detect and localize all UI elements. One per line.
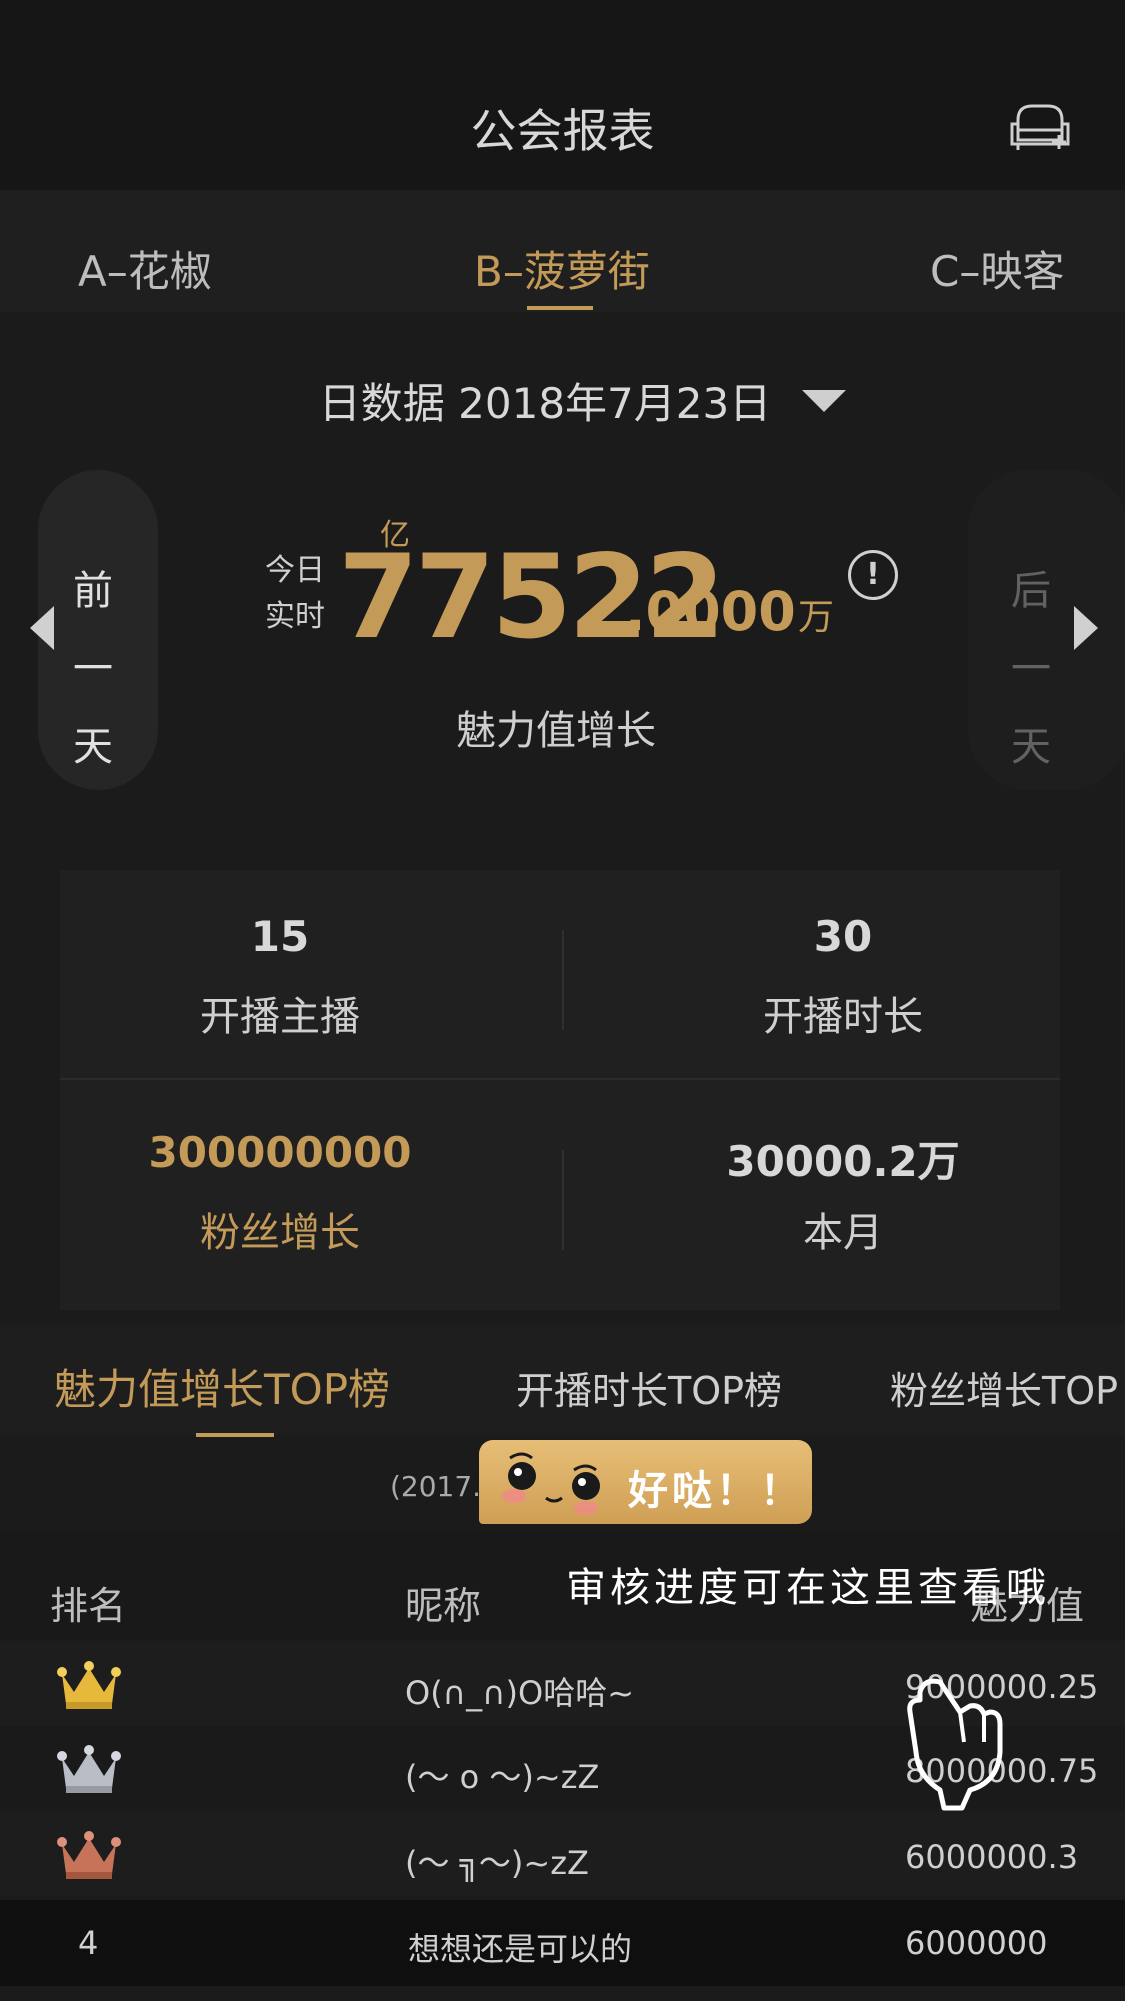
page-title: 公会报表	[470, 104, 655, 158]
tab-boluojie[interactable]: B–菠萝街	[474, 238, 650, 299]
row-name: (～ ╗～)~zZ	[405, 1844, 589, 1882]
stat-label-anchors: 开播主播	[200, 994, 360, 1040]
tab-huajiao[interactable]: A–花椒	[78, 238, 212, 299]
active-tab-indicator	[527, 306, 593, 310]
sofa-add-icon[interactable]	[1008, 100, 1070, 152]
silver-crown-icon	[57, 1745, 121, 1793]
cute-face-icon	[502, 1452, 600, 1515]
row-name: O(∩_∩)O哈哈~	[405, 1674, 635, 1712]
date-range-subtitle: (2017.	[390, 1470, 482, 1503]
pointing-hand-icon	[907, 1678, 1003, 1811]
stat-label-fans: 粉丝增长	[200, 1210, 360, 1256]
stat-value-month: 30000.2万	[726, 1137, 960, 1186]
rank-tab-fans[interactable]: 粉丝增长TOP	[890, 1360, 1118, 1415]
active-rank-indicator	[196, 1433, 274, 1437]
tooltip-hint-text: 审核进度可在这里查看哦	[566, 1565, 1050, 1611]
grid-divider-vertical	[562, 1150, 564, 1250]
col-header-name: 昵称	[405, 1584, 482, 1628]
tooltip-confirm-text: 好哒！！	[628, 1468, 804, 1514]
stat-value-anchors: 15	[250, 912, 310, 961]
info-icon[interactable]: !	[848, 550, 898, 600]
metric-caption: 魅力值增长	[456, 708, 656, 754]
stat-value-duration: 30	[813, 912, 873, 961]
grid-divider	[60, 1078, 1060, 1080]
row-name: 想想还是可以的	[408, 1930, 633, 1968]
realtime-label: 今日 实时	[265, 553, 325, 634]
col-header-rank: 排名	[50, 1584, 127, 1628]
tab-yingke[interactable]: C–映客	[930, 238, 1064, 299]
caret-down-icon[interactable]	[802, 390, 846, 412]
charm-value-decimal: .0000	[625, 580, 796, 643]
date-selector[interactable]: 日数据 2018年7月23日	[0, 370, 1090, 431]
bronze-crown-icon	[57, 1831, 121, 1879]
rank-tab-charm[interactable]: 魅力值增长TOP榜	[54, 1356, 390, 1417]
row-rank: 4	[78, 1924, 99, 1962]
arrow-right-icon[interactable]	[1074, 606, 1098, 650]
row-value: 6000000	[905, 1924, 1048, 1962]
stat-value-fans: 300000000	[148, 1128, 412, 1177]
gold-crown-icon	[57, 1661, 121, 1709]
row-value: 6000000.3	[905, 1838, 1079, 1876]
unit-wan: 万	[798, 597, 835, 638]
grid-divider-vertical	[562, 930, 564, 1030]
rank-tab-duration[interactable]: 开播时长TOP榜	[516, 1360, 782, 1415]
row-name: (～ o ～)~zZ	[405, 1758, 600, 1796]
stat-label-month: 本月	[803, 1210, 883, 1256]
arrow-left-icon[interactable]	[30, 606, 54, 650]
stat-label-duration: 开播时长	[763, 994, 923, 1040]
